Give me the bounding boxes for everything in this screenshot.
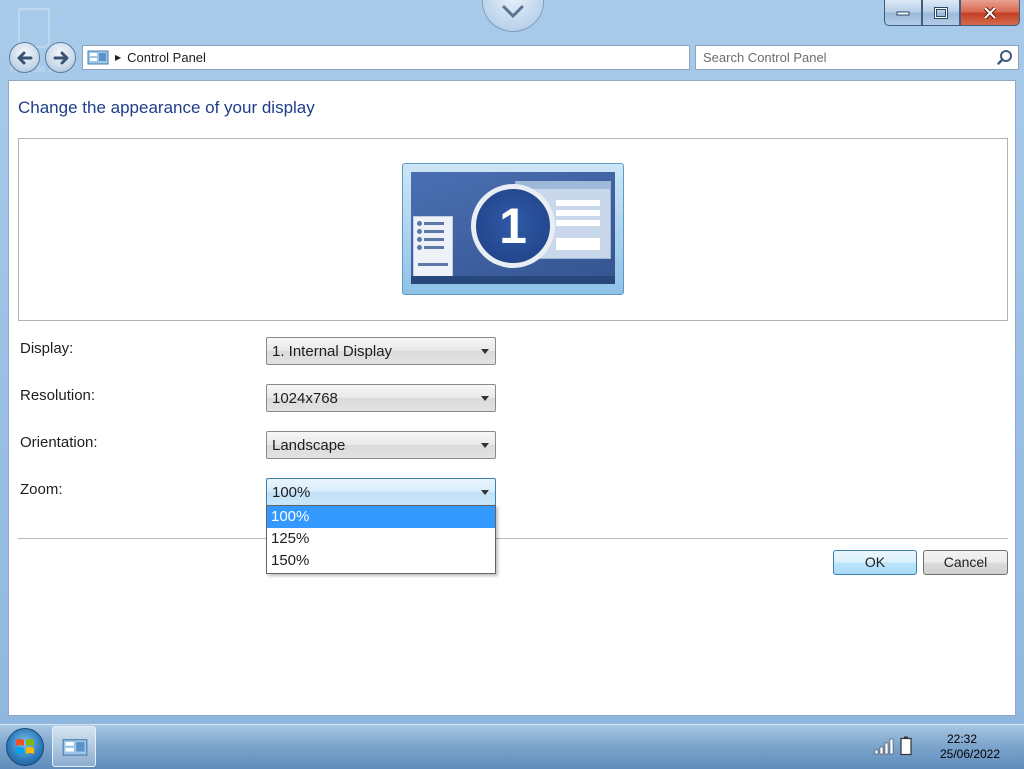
battery-icon[interactable] — [900, 736, 912, 756]
zoom-option-150[interactable]: 150% — [267, 550, 495, 572]
breadcrumb-control-panel[interactable]: Control Panel — [127, 50, 206, 65]
search-box[interactable] — [695, 45, 1019, 70]
arrow-right-icon — [53, 51, 69, 65]
search-icon[interactable] — [996, 49, 1014, 67]
chevron-down-icon — [481, 396, 489, 401]
start-button[interactable] — [6, 728, 44, 766]
address-bar[interactable]: ▶ Control Panel — [82, 45, 690, 70]
breadcrumb-arrow-icon[interactable]: ▶ — [115, 53, 121, 62]
page-title: Change the appearance of your display — [18, 98, 315, 117]
clock-time[interactable]: 22:32 — [922, 732, 1002, 746]
zoom-dropdown-list: 100% 125% 150% — [266, 505, 496, 574]
forward-button[interactable] — [45, 42, 76, 73]
zoom-option-100[interactable]: 100% — [267, 506, 495, 528]
zoom-option-125[interactable]: 125% — [267, 528, 495, 550]
maximize-button[interactable] — [922, 0, 960, 26]
resolution-select-value: 1024x768 — [272, 390, 338, 407]
resolution-label: Resolution: — [20, 387, 96, 404]
resolution-select[interactable]: 1024x768 — [266, 384, 496, 412]
arrow-left-icon — [17, 51, 33, 65]
minimize-button[interactable] — [884, 0, 922, 26]
orientation-label: Orientation: — [20, 434, 98, 451]
taskbar: 22:32 25/06/2022 — [0, 724, 1024, 769]
control-panel-icon — [87, 50, 109, 66]
taskbar-control-panel-button[interactable] — [52, 726, 96, 767]
close-button[interactable] — [960, 0, 1020, 26]
display-label: Display: — [20, 340, 74, 357]
display-select[interactable]: 1. Internal Display — [266, 337, 496, 365]
chevron-down-icon — [481, 443, 489, 448]
clock-date[interactable]: 25/06/2022 — [930, 747, 1010, 761]
display-preview-panel: 1 — [18, 138, 1008, 321]
chevron-down-icon — [481, 349, 489, 354]
separator — [18, 538, 1008, 539]
chevron-down-icon — [481, 490, 489, 495]
back-button[interactable] — [9, 42, 40, 73]
zoom-label: Zoom: — [20, 481, 63, 498]
orientation-select-value: Landscape — [272, 437, 346, 454]
ok-button[interactable]: OK — [833, 550, 917, 575]
control-panel-icon — [62, 738, 88, 756]
signal-icon[interactable] — [874, 737, 896, 755]
search-input[interactable] — [701, 49, 996, 66]
display-select-value: 1. Internal Display — [272, 343, 393, 360]
cancel-button[interactable]: Cancel — [923, 550, 1008, 575]
windows-logo-icon — [16, 739, 34, 754]
caption-buttons — [884, 0, 1020, 27]
control-panel-window: Recycle Bin ▶ Control Panel Change — [0, 0, 1024, 725]
orientation-select[interactable]: Landscape — [266, 431, 496, 459]
monitor-icon[interactable]: 1 — [402, 163, 624, 295]
display-number-badge: 1 — [471, 184, 555, 268]
chevron-down-icon[interactable] — [482, 0, 544, 32]
zoom-select[interactable]: 100% — [266, 478, 496, 506]
content-pane: Change the appearance of your display 1 … — [8, 80, 1016, 716]
zoom-select-value: 100% — [272, 484, 311, 501]
